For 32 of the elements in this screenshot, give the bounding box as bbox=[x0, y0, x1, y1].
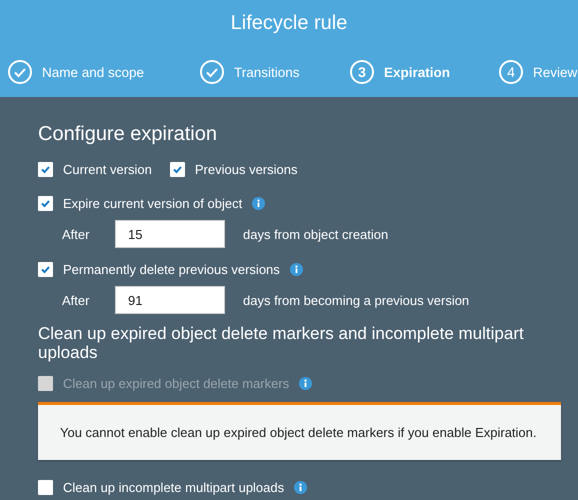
checkbox-label: Previous versions bbox=[194, 162, 298, 176]
days-field[interactable]: 91 bbox=[115, 286, 225, 314]
step-number: 4 bbox=[499, 60, 523, 84]
field-suffix: days from becoming a previous version bbox=[243, 292, 470, 308]
field-label: After bbox=[62, 226, 90, 242]
checkbox[interactable] bbox=[38, 162, 53, 176]
dialog-title: Lifecycle rule bbox=[230, 11, 348, 36]
checkbox[interactable] bbox=[38, 480, 53, 494]
check-circle-icon bbox=[8, 60, 32, 84]
checkbox-label: Permanently delete previous versions bbox=[63, 262, 280, 276]
checkbox-label: Clean up expired object delete markers bbox=[63, 376, 290, 390]
days-field[interactable]: 15 bbox=[115, 220, 225, 248]
info-icon[interactable] bbox=[294, 480, 308, 494]
check-circle-icon bbox=[200, 60, 224, 84]
checkbox-label: Expire current version of object bbox=[63, 196, 242, 210]
warning-message: You cannot enable clean up expired object delete markers if you enable Expiration. bbox=[38, 402, 561, 460]
step-number: 3 bbox=[350, 60, 374, 84]
info-icon[interactable] bbox=[252, 196, 266, 210]
wizard-step[interactable]: Name and scope bbox=[8, 60, 200, 84]
wizard-step[interactable]: 4 Review bbox=[499, 60, 578, 84]
section-heading: Configure expiration bbox=[38, 123, 218, 146]
checkbox[interactable] bbox=[38, 196, 53, 210]
wizard-step[interactable]: 3 Expiration bbox=[350, 60, 499, 84]
checkbox-label: Clean up incomplete multipart uploads bbox=[63, 480, 284, 494]
field-suffix: days from object creation bbox=[243, 226, 388, 242]
wizard-step[interactable]: Transitions bbox=[200, 60, 350, 84]
checkbox-label: Current version bbox=[63, 162, 152, 176]
field-label: After bbox=[62, 292, 90, 308]
info-icon[interactable] bbox=[290, 262, 303, 276]
checkbox[interactable] bbox=[170, 162, 185, 176]
section-heading: Clean up expired object delete markers and incomplete multipart uploads bbox=[38, 324, 525, 362]
checkbox[interactable] bbox=[38, 262, 53, 276]
